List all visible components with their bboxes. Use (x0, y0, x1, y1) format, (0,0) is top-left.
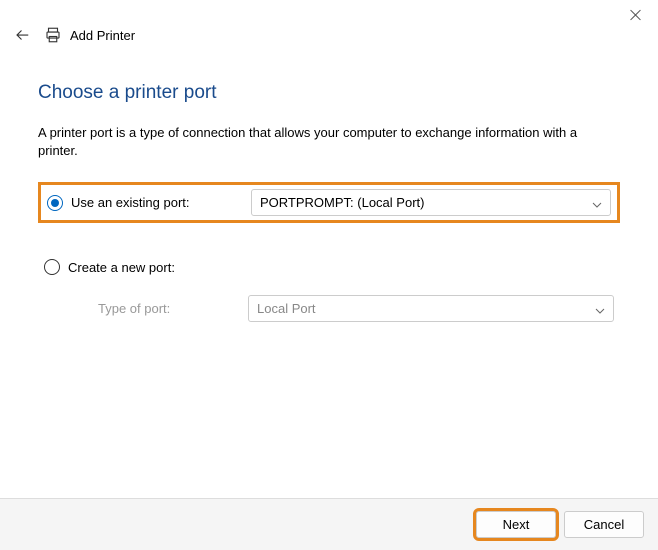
port-type-value: Local Port (257, 301, 316, 316)
cancel-button[interactable]: Cancel (564, 511, 644, 538)
label-port-type: Type of port: (68, 301, 248, 316)
radio-new-port[interactable] (44, 259, 60, 275)
titlebar: Add Printer (0, 0, 658, 52)
existing-port-value: PORTPROMPT: (Local Port) (260, 195, 424, 210)
back-button[interactable] (14, 26, 32, 44)
new-port-type-row: Type of port: Local Port (38, 291, 620, 326)
label-new-port: Create a new port: (68, 260, 248, 275)
printer-icon (44, 26, 62, 44)
button-bar: Next Cancel (0, 498, 658, 550)
next-button[interactable]: Next (476, 511, 556, 538)
existing-port-dropdown[interactable]: PORTPROMPT: (Local Port) (251, 189, 611, 216)
content-area: Choose a printer port A printer port is … (0, 52, 658, 498)
option-new-port[interactable]: Create a new port: (38, 255, 620, 279)
port-type-dropdown: Local Port (248, 295, 614, 322)
window-title: Add Printer (70, 28, 135, 43)
page-description: A printer port is a type of connection t… (38, 124, 620, 160)
option-existing-port[interactable]: Use an existing port: PORTPROMPT: (Local… (38, 182, 620, 223)
page-heading: Choose a printer port (38, 82, 620, 104)
chevron-down-icon (592, 198, 602, 208)
chevron-down-icon (595, 304, 605, 314)
label-existing-port: Use an existing port: (71, 195, 251, 210)
radio-existing-port[interactable] (47, 195, 63, 211)
add-printer-dialog: Add Printer Choose a printer port A prin… (0, 0, 658, 550)
